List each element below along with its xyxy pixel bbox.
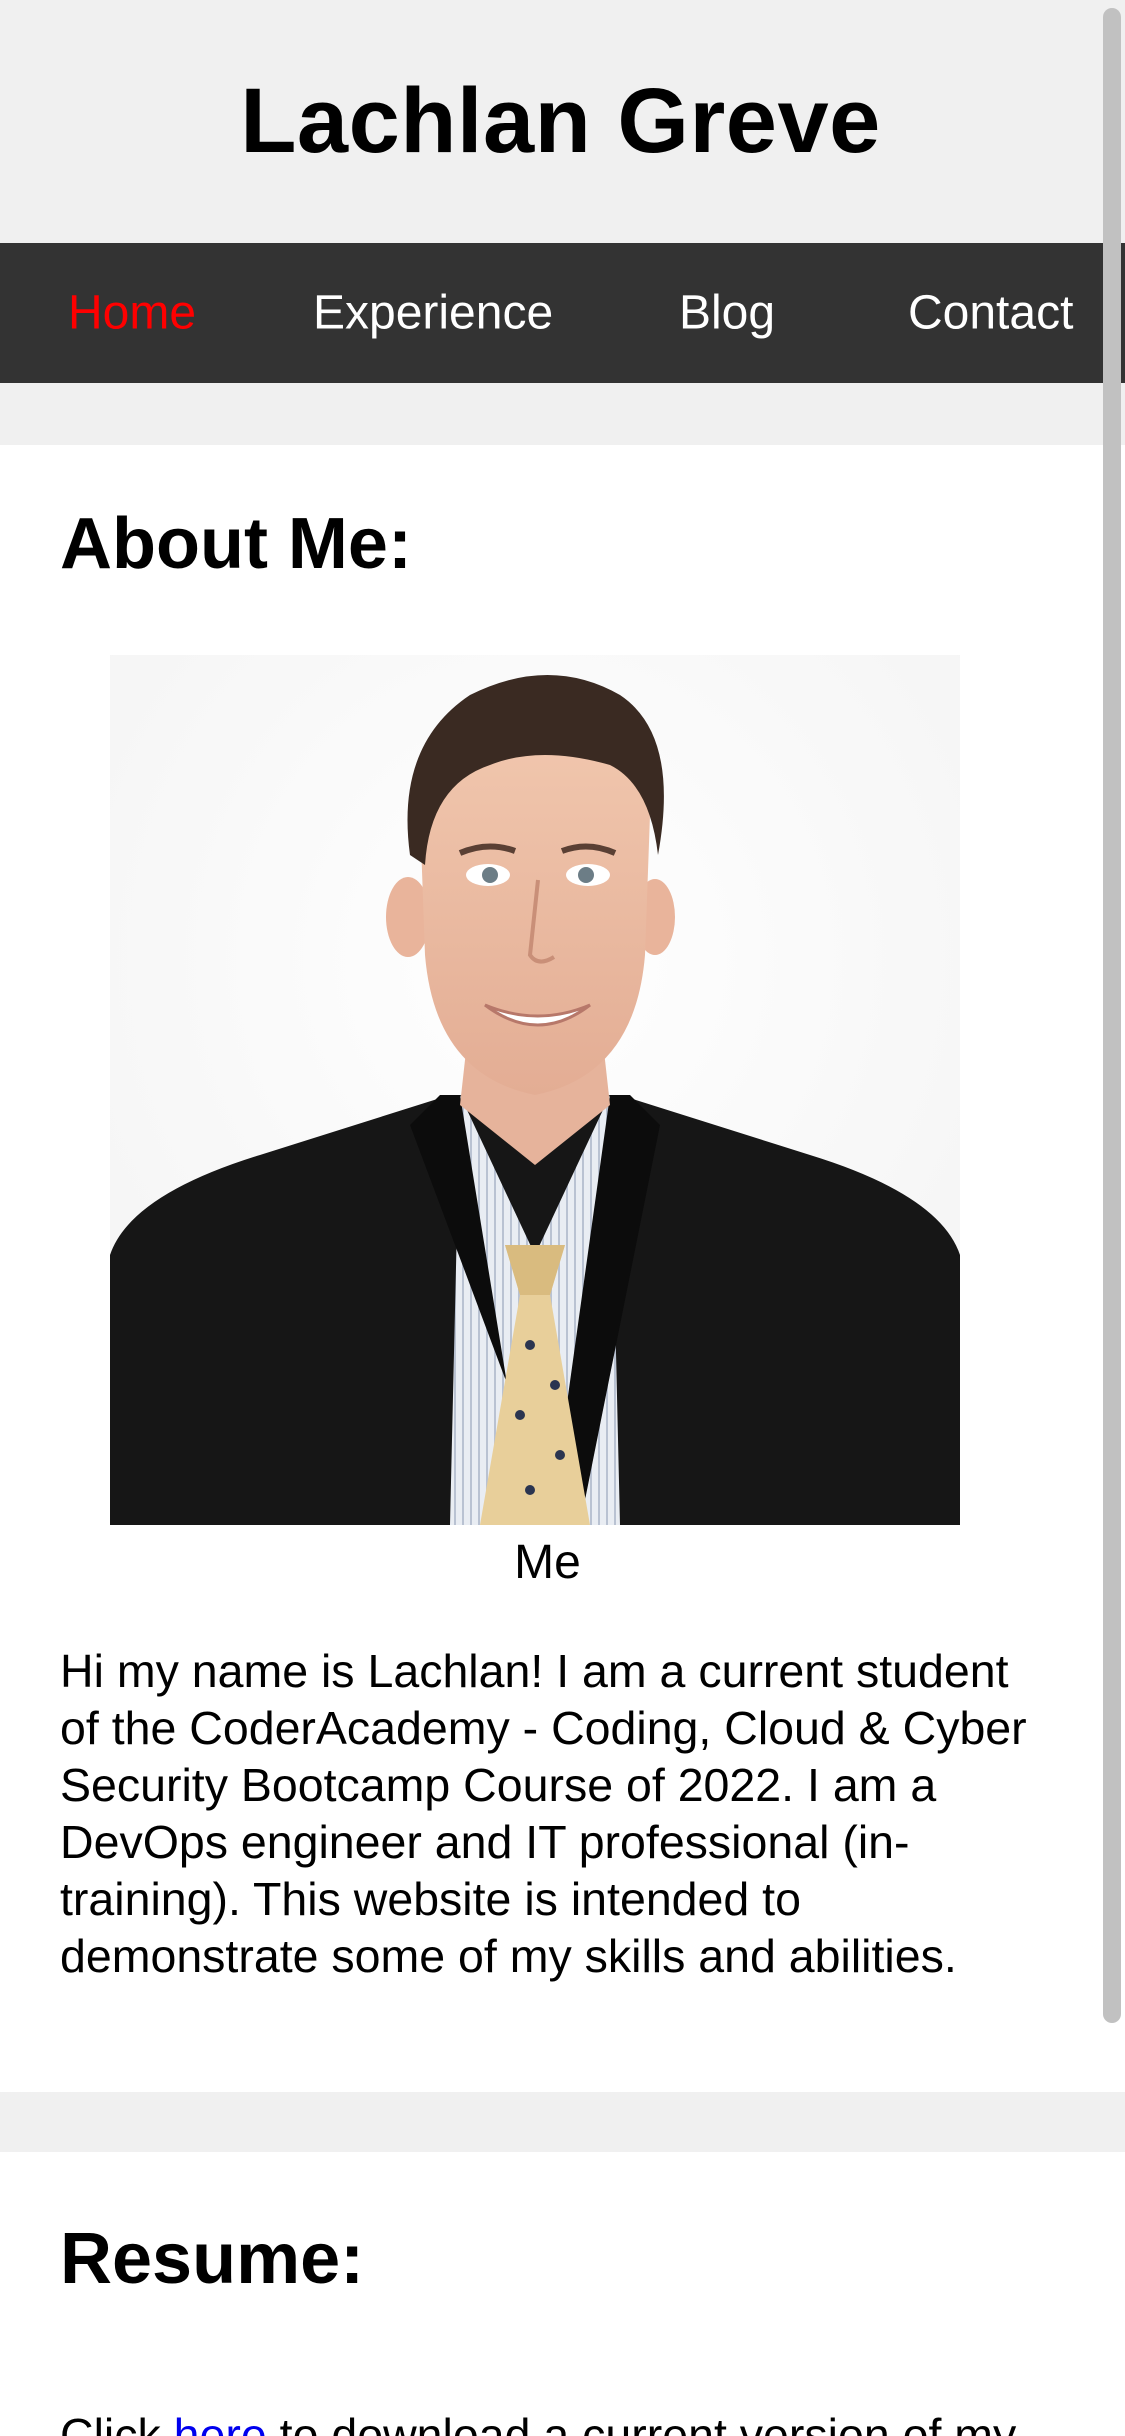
resume-heading: Resume: xyxy=(60,2219,365,2299)
photo-caption: Me xyxy=(514,1536,581,1589)
resume-download-text: Click here to download a current version… xyxy=(60,2407,1110,2436)
main-nav: Home Experience Blog Contact xyxy=(0,243,1125,383)
scrollbar[interactable] xyxy=(1103,8,1121,2023)
about-section: About Me: Me Hi my name is Lachlan! I am… xyxy=(0,445,1125,2092)
site-title: Lachlan Greve xyxy=(240,70,881,172)
nav-item-home[interactable]: Home xyxy=(68,286,196,341)
nav-item-blog[interactable]: Blog xyxy=(679,286,775,341)
resume-download-link[interactable]: here xyxy=(174,2409,267,2436)
profile-photo xyxy=(110,655,960,1525)
nav-item-contact[interactable]: Contact xyxy=(908,286,1073,341)
page: Lachlan Greve Home Experience Blog Conta… xyxy=(0,0,1125,2436)
site-header: Lachlan Greve xyxy=(0,0,1125,243)
resume-text-after: to download a current version of my xyxy=(266,2409,1017,2436)
about-heading: About Me: xyxy=(60,504,412,584)
resume-text-before: Click xyxy=(60,2409,174,2436)
nav-item-experience[interactable]: Experience xyxy=(313,286,553,341)
resume-section: Resume: Click here to download a current… xyxy=(0,2152,1125,2436)
about-bio: Hi my name is Lachlan! I am a current st… xyxy=(60,1645,1027,1982)
